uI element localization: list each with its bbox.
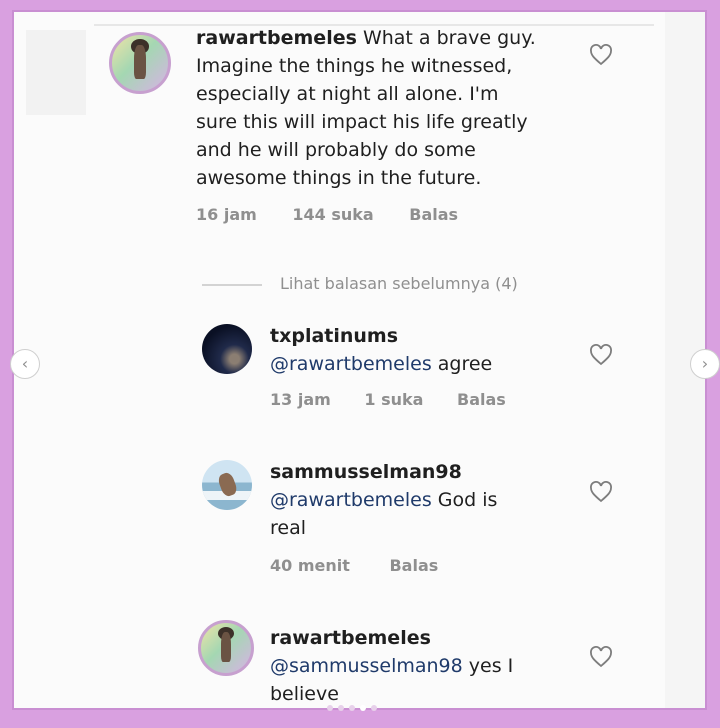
heart-icon[interactable]: [589, 481, 613, 503]
post-frame: rawartbemeles What a brave guy. Imagine …: [12, 10, 707, 710]
view-previous-label[interactable]: Lihat balasan sebelumnya (4): [280, 274, 518, 293]
left-strip: [26, 30, 86, 115]
reply-body-cont: real: [270, 517, 307, 539]
comment-meta: 16 jam 144 suka Balas: [196, 205, 458, 224]
comment-likes[interactable]: 144 suka: [292, 205, 373, 224]
carousel-dots: [327, 705, 377, 715]
carousel-prev-button[interactable]: ‹: [10, 349, 40, 379]
heart-icon[interactable]: [589, 646, 613, 668]
view-previous-replies[interactable]: Lihat balasan sebelumnya (4): [202, 274, 518, 293]
carousel-dot[interactable]: [371, 705, 377, 711]
avatar-rawartbemeles[interactable]: [109, 32, 171, 94]
reply-button[interactable]: Balas: [389, 556, 438, 575]
reply-text: rawartbemeles @sammusselman98 yes I beli…: [270, 624, 590, 708]
comment-text: rawartbemeles What a brave guy. Imagine …: [196, 24, 596, 192]
comment-line: especially at night all alone. I'm: [196, 83, 499, 105]
reply-time: 40 menit: [270, 556, 350, 575]
heart-icon[interactable]: [589, 344, 613, 366]
reply-time: 13 jam: [270, 390, 331, 409]
reply-username[interactable]: rawartbemeles: [270, 627, 431, 649]
avatar-sammusselman98[interactable]: [202, 460, 252, 510]
avatar-txplatinums[interactable]: [202, 324, 252, 374]
avatar-rawartbemeles[interactable]: [198, 620, 254, 676]
carousel-dot-active[interactable]: [360, 705, 366, 711]
reply-text: sammusselman98 @rawartbemeles God is rea…: [270, 458, 590, 542]
comment-line: What a brave guy.: [362, 27, 536, 49]
carousel-dot[interactable]: [349, 705, 355, 711]
reply-body: agree: [431, 353, 493, 375]
reply-button[interactable]: Balas: [409, 205, 458, 224]
reply-meta: 13 jam 1 suka Balas: [270, 390, 506, 409]
divider-line: [202, 283, 262, 286]
reply-body: yes I: [462, 655, 514, 677]
reply-body-cont: believe: [270, 683, 339, 705]
avatar-figure: [134, 45, 146, 79]
comment-line: Imagine the things he witnessed,: [196, 55, 513, 77]
reply-username[interactable]: sammusselman98: [270, 461, 462, 483]
comment-line: sure this will impact his life greatly: [196, 111, 528, 133]
comment-line: awesome things in the future.: [196, 167, 482, 189]
comment-line: and he will probably do some: [196, 139, 476, 161]
comment-time: 16 jam: [196, 205, 257, 224]
reply-mention[interactable]: @rawartbemeles: [270, 353, 432, 375]
comment-username[interactable]: rawartbemeles: [196, 27, 357, 49]
reply-text: txplatinums @rawartbemeles agree: [270, 322, 590, 378]
reply-mention[interactable]: @sammusselman98: [270, 655, 463, 677]
carousel-next-button[interactable]: ›: [690, 349, 720, 379]
reply-mention[interactable]: @rawartbemeles: [270, 489, 432, 511]
reply-username[interactable]: txplatinums: [270, 325, 398, 347]
carousel-dot[interactable]: [327, 705, 333, 711]
carousel-dot[interactable]: [338, 705, 344, 711]
reply-button[interactable]: Balas: [457, 390, 506, 409]
reply-meta: 40 menit Balas: [270, 556, 438, 575]
reply-likes[interactable]: 1 suka: [364, 390, 423, 409]
reply-body: God is: [431, 489, 498, 511]
avatar-figure: [221, 632, 231, 662]
heart-icon[interactable]: [589, 44, 613, 66]
